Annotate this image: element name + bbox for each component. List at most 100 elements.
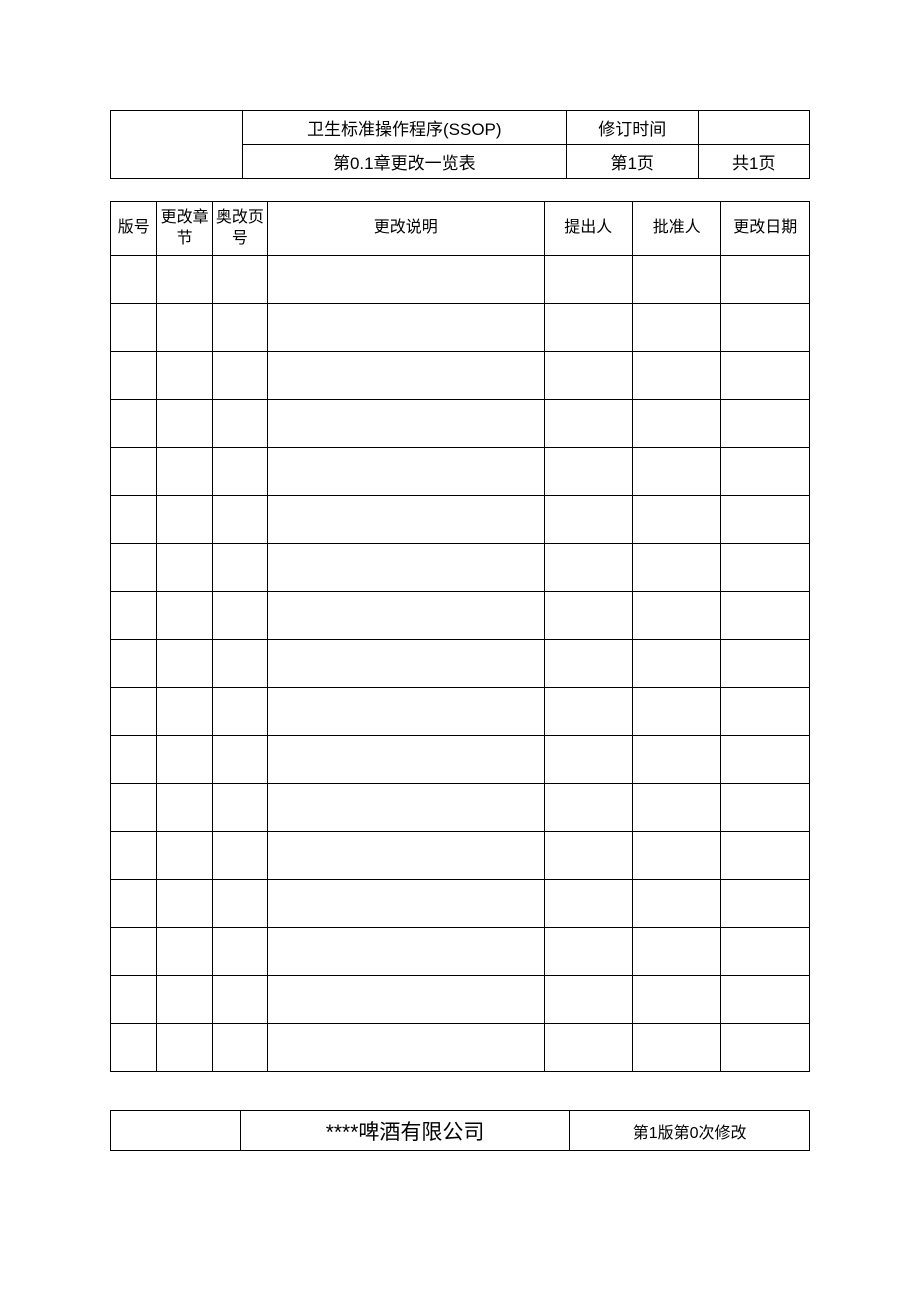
table-cell [268,304,545,352]
page-total: 共1页 [698,145,809,179]
table-cell [544,976,632,1024]
table-cell [157,880,212,928]
table-cell [157,784,212,832]
table-cell [212,352,267,400]
table-cell [633,256,721,304]
table-row [111,496,810,544]
header-description: 更改说明 [268,202,545,256]
table-cell [721,256,810,304]
table-cell [157,1024,212,1072]
table-cell [212,448,267,496]
table-cell [268,544,545,592]
table-cell [157,544,212,592]
table-cell [544,688,632,736]
table-cell [544,880,632,928]
table-cell [111,400,157,448]
table-cell [721,880,810,928]
table-cell [268,976,545,1024]
table-row [111,928,810,976]
table-cell [721,688,810,736]
table-cell [544,544,632,592]
table-row [111,592,810,640]
table-cell [157,496,212,544]
table-cell [544,256,632,304]
table-cell [268,688,545,736]
table-cell [633,784,721,832]
table-cell [633,640,721,688]
table-cell [157,640,212,688]
table-row [111,544,810,592]
table-cell [721,1024,810,1072]
table-cell [268,736,545,784]
table-cell [544,640,632,688]
table-cell [268,448,545,496]
table-cell [212,976,267,1024]
table-cell [268,928,545,976]
footer-logo-cell [111,1111,241,1151]
table-row [111,880,810,928]
table-cell [544,784,632,832]
table-cell [544,1024,632,1072]
table-cell [633,544,721,592]
revision-time-label: 修订时间 [566,111,698,145]
revision-time-value [698,111,809,145]
table-cell [633,496,721,544]
table-cell [212,496,267,544]
table-cell [633,400,721,448]
table-cell [111,880,157,928]
table-cell [721,736,810,784]
footer-company-name: ****啤酒有限公司 [240,1111,570,1151]
table-cell [111,928,157,976]
table-cell [111,1024,157,1072]
table-cell [212,640,267,688]
table-cell [212,928,267,976]
table-header-row: 版号 更改章节 奥改页号 更改说明 提出人 批准人 更改日期 [111,202,810,256]
table-cell [111,976,157,1024]
table-cell [111,496,157,544]
table-row [111,832,810,880]
table-cell [268,1024,545,1072]
table-cell [633,688,721,736]
table-cell [268,640,545,688]
header-proposer: 提出人 [544,202,632,256]
table-cell [633,304,721,352]
table-cell [544,304,632,352]
table-cell [111,448,157,496]
table-cell [212,304,267,352]
table-cell [721,352,810,400]
table-row [111,448,810,496]
table-cell [544,496,632,544]
table-cell [212,688,267,736]
table-cell [544,832,632,880]
table-cell [721,640,810,688]
table-cell [111,688,157,736]
table-cell [157,688,212,736]
table-cell [721,928,810,976]
table-cell [544,400,632,448]
table-cell [544,928,632,976]
table-cell [633,1024,721,1072]
table-cell [544,736,632,784]
table-cell [157,736,212,784]
table-cell [111,832,157,880]
footer-version-info: 第1版第0次修改 [570,1111,810,1151]
table-cell [721,832,810,880]
table-cell [633,592,721,640]
table-cell [212,544,267,592]
table-cell [157,400,212,448]
table-row [111,688,810,736]
table-cell [721,304,810,352]
header-change-date: 更改日期 [721,202,810,256]
table-cell [544,352,632,400]
table-row [111,256,810,304]
table-cell [721,448,810,496]
table-cell [212,1024,267,1072]
table-cell [633,352,721,400]
table-cell [268,352,545,400]
table-body [111,256,810,1072]
table-row [111,352,810,400]
table-cell [157,592,212,640]
table-cell [212,784,267,832]
table-row [111,736,810,784]
table-row [111,784,810,832]
